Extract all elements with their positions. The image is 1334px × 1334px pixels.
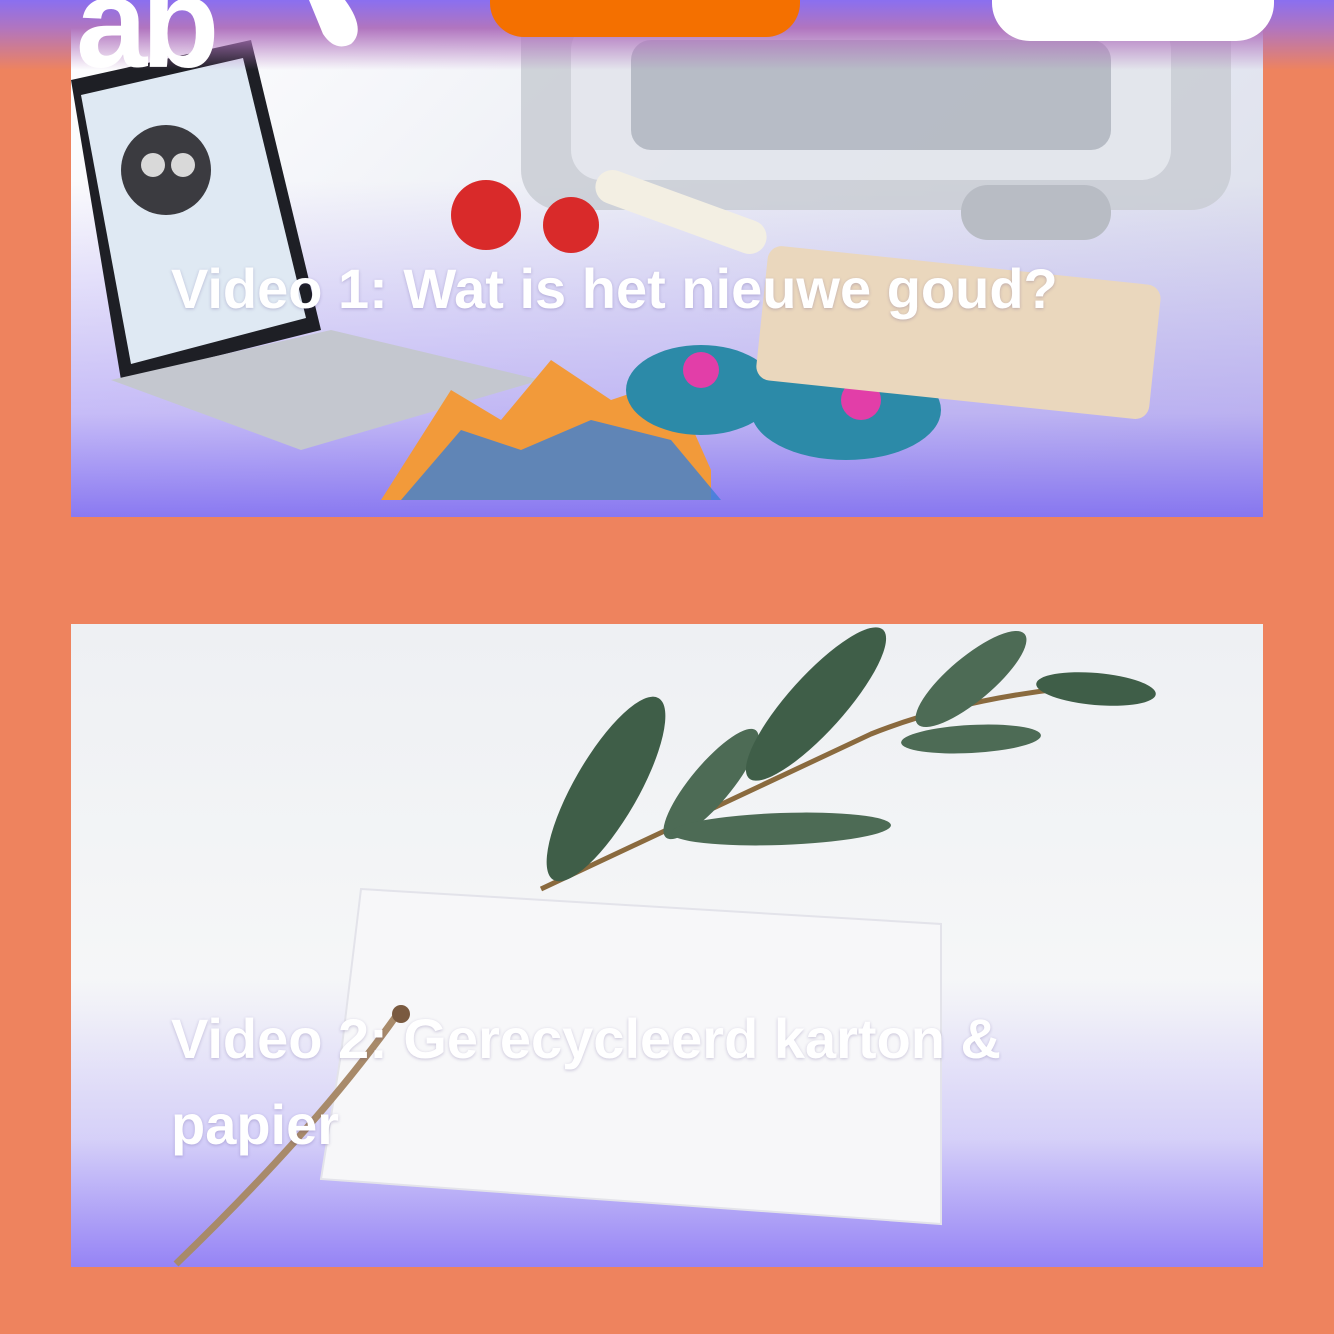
video-title-1[interactable]: Video 1: Wat is het nieuwe goud? <box>171 246 1071 332</box>
video-card-1[interactable]: Video 1: Wat is het nieuwe goud? <box>71 0 1263 517</box>
thumbnail-illustration <box>173 627 1156 1267</box>
header-cta-button[interactable] <box>490 0 800 37</box>
header-menu-button[interactable] <box>992 0 1274 41</box>
logo-drop-icon <box>309 0 358 47</box>
video-card-2[interactable]: Video 2: Gerecycleerd karton & papier <box>71 624 1263 1267</box>
brand-logo[interactable]: ab <box>76 0 219 88</box>
logo-text: ab <box>76 0 219 95</box>
video-title-2[interactable]: Video 2: Gerecycleerd karton & papier <box>171 996 1171 1168</box>
